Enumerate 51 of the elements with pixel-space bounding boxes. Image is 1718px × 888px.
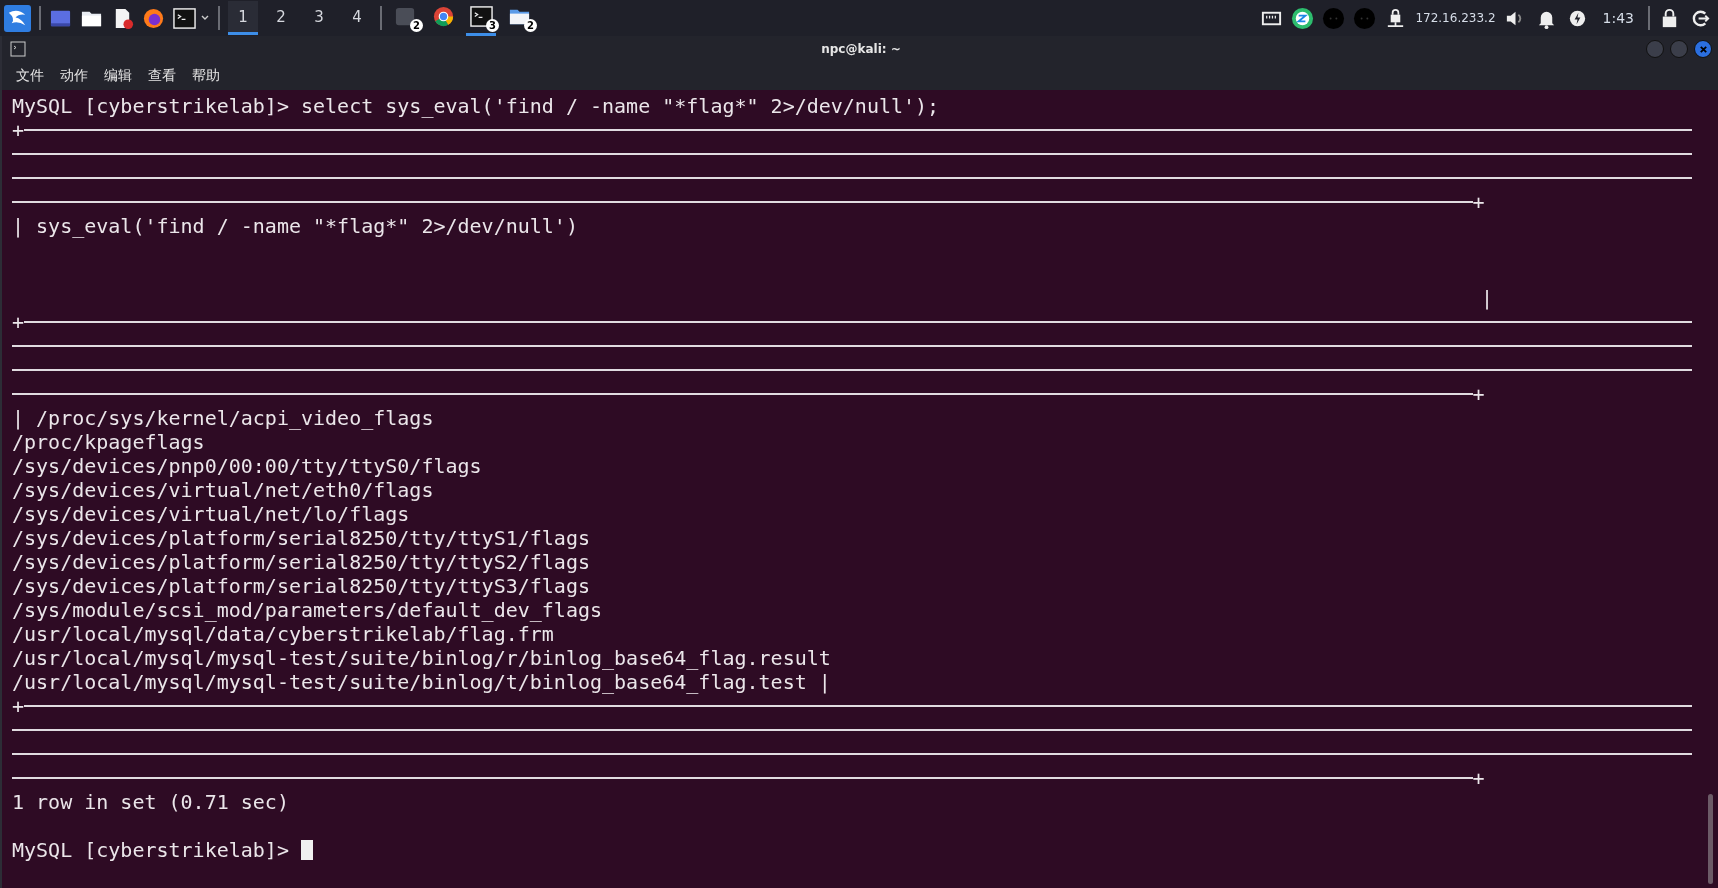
app-icon <box>393 5 417 28</box>
table-corner: + <box>12 310 25 334</box>
window-title: npc@kali: ~ <box>821 42 901 56</box>
workspace-tab[interactable]: 1 <box>228 1 258 35</box>
terminal-line: /sys/devices/virtual/net/lo/flags <box>12 502 410 526</box>
table-corner: + <box>1472 382 1485 406</box>
menu-item[interactable]: 查看 <box>148 67 176 85</box>
menu-item[interactable]: 动作 <box>60 67 88 85</box>
menu-item[interactable]: 文件 <box>16 67 44 85</box>
terminal-prompt: MySQL [cyberstrikelab]> <box>12 838 290 862</box>
terminal-icon <box>10 41 26 57</box>
table-corner: + <box>1472 190 1485 214</box>
browser-icon <box>431 5 455 28</box>
terminal-line: /usr/local/mysql/data/cyberstrikelab/flag.frm <box>12 622 554 646</box>
workspace-tab[interactable]: 4 <box>342 1 372 35</box>
sync-icon[interactable] <box>1291 6 1315 30</box>
count-badge: 3 <box>486 19 499 32</box>
count-badge: 2 <box>410 19 423 32</box>
task-button[interactable]: 2 <box>390 0 420 36</box>
terminal-icon <box>469 5 493 28</box>
terminal-line: /sys/devices/platform/serial8250/tty/ttyS3/flags <box>12 574 590 598</box>
terminal-line: /sys/devices/pnp0/00:00/tty/ttyS0/flags <box>12 454 482 478</box>
menu-item[interactable]: 帮助 <box>192 67 220 85</box>
terminal-line: /usr/local/mysql/mysql-test/suite/binlog/r/binlog_base64_flag.result <box>12 646 831 670</box>
close-button[interactable] <box>1694 40 1712 58</box>
close-icon <box>1698 44 1708 54</box>
table-border: | <box>1481 286 1494 310</box>
ip-address: 172.16.233.2 <box>1415 11 1496 25</box>
task-button[interactable]: 2 <box>504 0 534 36</box>
table-corner: + <box>12 694 25 718</box>
terminal-line: /usr/local/mysql/mysql-test/suite/binlog/t/binlog_base64_flag.test | <box>12 670 831 694</box>
cursor <box>301 840 313 860</box>
terminal-line: | /proc/sys/kernel/acpi_video_flags <box>12 406 434 430</box>
terminal-line: | sys_eval('find / -name "*flag*" 2>/dev/null') <box>12 214 578 238</box>
terminal-line: /proc/kpageflags <box>12 430 205 454</box>
menu-item[interactable]: 编辑 <box>104 67 132 85</box>
count-badge: 2 <box>524 19 537 32</box>
terminal-line: /sys/devices/platform/serial8250/tty/ttyS1/flags <box>12 526 590 550</box>
terminal-line: MySQL [cyberstrikelab]> select sys_eval('find / -name "*flag*" 2>/dev/null'); <box>12 94 940 118</box>
logo-icon[interactable] <box>4 4 31 32</box>
terminal-icon[interactable] <box>173 6 196 30</box>
clock[interactable]: 1:43 <box>1602 10 1634 26</box>
table-corner: + <box>1472 766 1485 790</box>
workspace-tab[interactable]: 3 <box>304 1 334 35</box>
browser-icon[interactable] <box>142 6 165 30</box>
table-corner: + <box>12 118 25 142</box>
terminal-line: /sys/devices/virtual/net/eth0/flags <box>12 478 434 502</box>
terminal-line: /sys/module/scsi_mod/parameters/default_dev_flags <box>12 598 602 622</box>
terminal-line: 1 row in set (0.71 sec) <box>12 790 289 814</box>
terminal-line: /sys/devices/platform/serial8250/tty/ttyS2/flags <box>12 550 590 574</box>
workspace-tab[interactable]: 2 <box>266 1 296 35</box>
